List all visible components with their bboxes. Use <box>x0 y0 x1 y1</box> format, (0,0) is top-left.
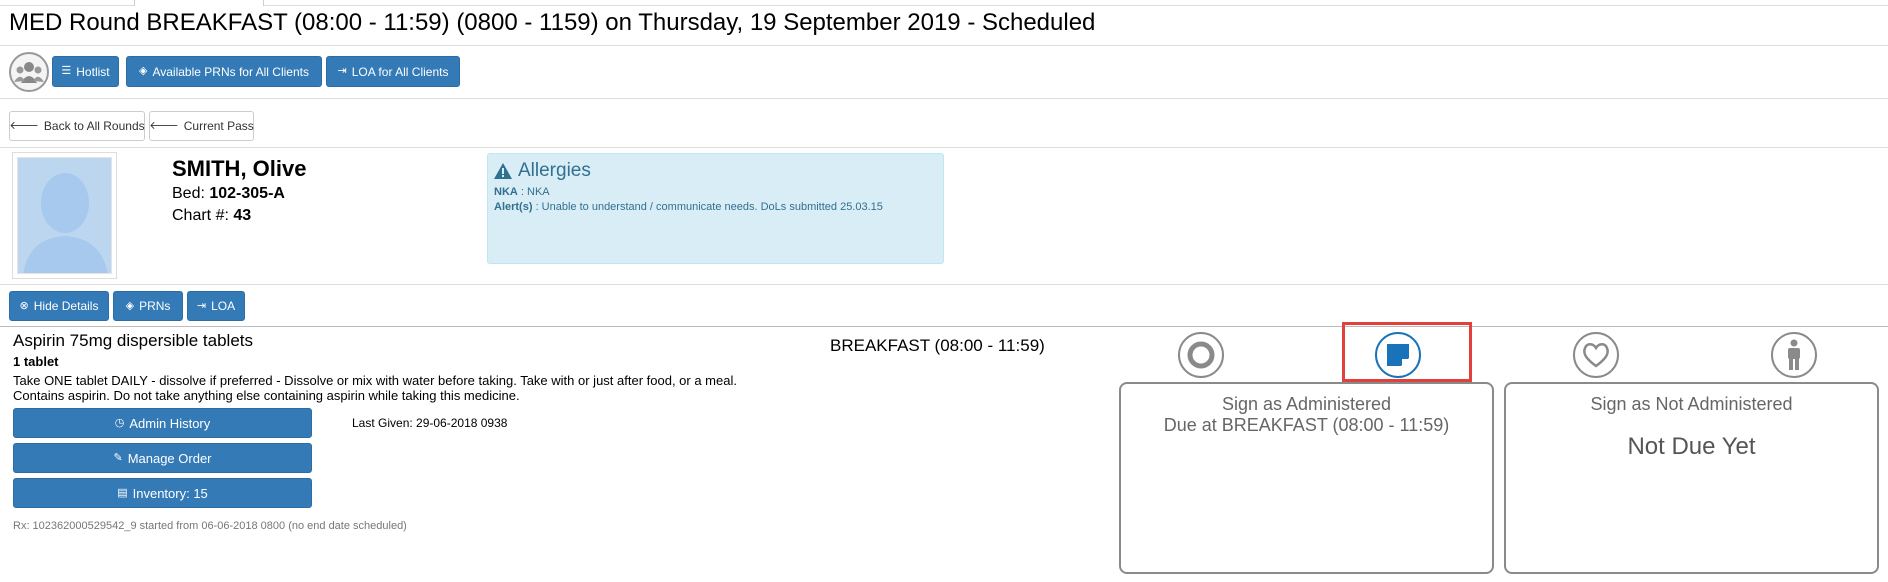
divider <box>0 45 1888 46</box>
manage-order-label: Manage Order <box>127 450 212 466</box>
close-circle-icon: ⊗ <box>19 299 29 312</box>
admin-history-button[interactable]: ◷ Admin History <box>13 408 312 438</box>
sign-out-icon: ⇥ <box>196 299 207 312</box>
round-label: BREAKFAST (08:00 - 11:59) <box>830 336 1045 355</box>
sign-out-icon: ⇥ <box>337 65 347 77</box>
patient-bed: Bed: 102-305-A <box>172 185 285 203</box>
not-administered-title: Sign as Not Administered <box>1590 394 1793 414</box>
hotlist-label: Hotlist <box>76 64 110 79</box>
divider <box>0 326 1888 327</box>
chart-value: 43 <box>233 207 252 224</box>
medication-instructions: Take ONE tablet DAILY - dissolve if pref… <box>13 373 737 403</box>
medication-dose: 1 tablet <box>13 354 59 369</box>
divider <box>0 147 1888 148</box>
medication-name: Aspirin 75mg dispersible tablets <box>13 331 254 350</box>
patient-chart: Chart #: 43 <box>172 207 251 225</box>
manage-order-button[interactable]: ✎ Manage Order <box>13 443 312 473</box>
alert-value: : Unable to understand / communicate nee… <box>532 201 883 213</box>
back-to-all-rounds-button[interactable]: 🡐 Back to All Rounds <box>9 111 145 141</box>
divider <box>0 284 1888 285</box>
back-label: Back to All Rounds <box>43 119 145 133</box>
not-due-status: Not Due Yet <box>1627 433 1756 460</box>
inventory-label: Inventory: 15 <box>132 485 208 501</box>
person-icon[interactable] <box>1771 332 1817 378</box>
alert-label: Alert(s) <box>494 201 533 213</box>
loa-all-label: LOA for All Clients <box>351 64 449 79</box>
tab-strip <box>0 0 1888 6</box>
current-pass-button[interactable]: 🡐 Current Pass <box>149 111 254 141</box>
list-icon: ☰ <box>61 65 72 77</box>
rx-info: Rx: 102362000529542_9 started from 06-06… <box>13 520 407 532</box>
edit-icon: ✎ <box>113 451 123 464</box>
arrow-left-icon: 🡐 <box>149 119 179 132</box>
sign-administered-panel[interactable]: Sign as Administered Due at BREAKFAST (0… <box>1119 382 1494 574</box>
nka-line: NKA : NKA <box>494 186 937 198</box>
available-prns-button[interactable]: ◈ Available PRNs for All Clients <box>126 56 322 87</box>
nka-label: NKA <box>494 186 518 198</box>
patient-name: SMITH, Olive <box>172 156 307 181</box>
page-title: MED Round BREAKFAST (08:00 - 11:59) (080… <box>9 9 1096 36</box>
bed-label: Bed: <box>172 185 210 202</box>
avatar <box>17 157 112 274</box>
allergies-panel: Allergies NKA : NKA Alert(s) : Unable to… <box>487 153 944 264</box>
allergies-header: Allergies <box>494 160 937 182</box>
group-icon[interactable] <box>9 52 49 92</box>
hide-details-button[interactable]: ⊗ Hide Details <box>9 291 109 321</box>
alert-line: Alert(s) : Unable to understand / commun… <box>494 201 937 213</box>
document-icon: ▤ <box>117 486 128 499</box>
inventory-button[interactable]: ▤ Inventory: 15 <box>13 478 312 508</box>
hide-details-label: Hide Details <box>33 299 99 313</box>
hotlist-button[interactable]: ☰ Hotlist <box>52 56 119 87</box>
allergies-title: Allergies <box>518 160 591 181</box>
heart-icon[interactable] <box>1573 332 1619 378</box>
prns-label: PRNs <box>139 299 171 313</box>
loa-all-button[interactable]: ⇥ LOA for All Clients <box>326 56 460 87</box>
divider <box>0 98 1888 99</box>
loa-button[interactable]: ⇥ LOA <box>187 291 245 321</box>
last-given: Last Given: 29-06-2018 0938 <box>352 416 508 430</box>
prns-button[interactable]: ◈ PRNs <box>113 291 183 321</box>
tab-active[interactable] <box>134 0 264 6</box>
sign-not-administered-panel[interactable]: Sign as Not Administered Not Due Yet <box>1504 382 1879 574</box>
administered-title: Sign as Administered <box>1221 394 1392 414</box>
available-prns-label: Available PRNs for All Clients <box>152 64 309 79</box>
administered-due: Due at BREAKFAST (08:00 - 11:59) <box>1163 415 1450 435</box>
arrow-left-icon: 🡐 <box>9 119 39 132</box>
nka-value: : NKA <box>517 186 550 198</box>
note-icon[interactable] <box>1375 332 1421 378</box>
clock-icon: ◷ <box>114 416 125 429</box>
bed-value: 102-305-A <box>209 185 285 202</box>
admin-history-label: Admin History <box>129 415 211 431</box>
pills-icon: ◈ <box>139 65 148 77</box>
chart-label: Chart #: <box>172 207 234 224</box>
patient-photo <box>12 152 117 279</box>
current-pass-label: Current Pass <box>183 119 254 133</box>
loa-label: LOA <box>211 299 236 313</box>
circle-icon[interactable] <box>1178 332 1224 378</box>
warning-icon <box>494 163 512 179</box>
pills-icon: ◈ <box>125 299 135 312</box>
